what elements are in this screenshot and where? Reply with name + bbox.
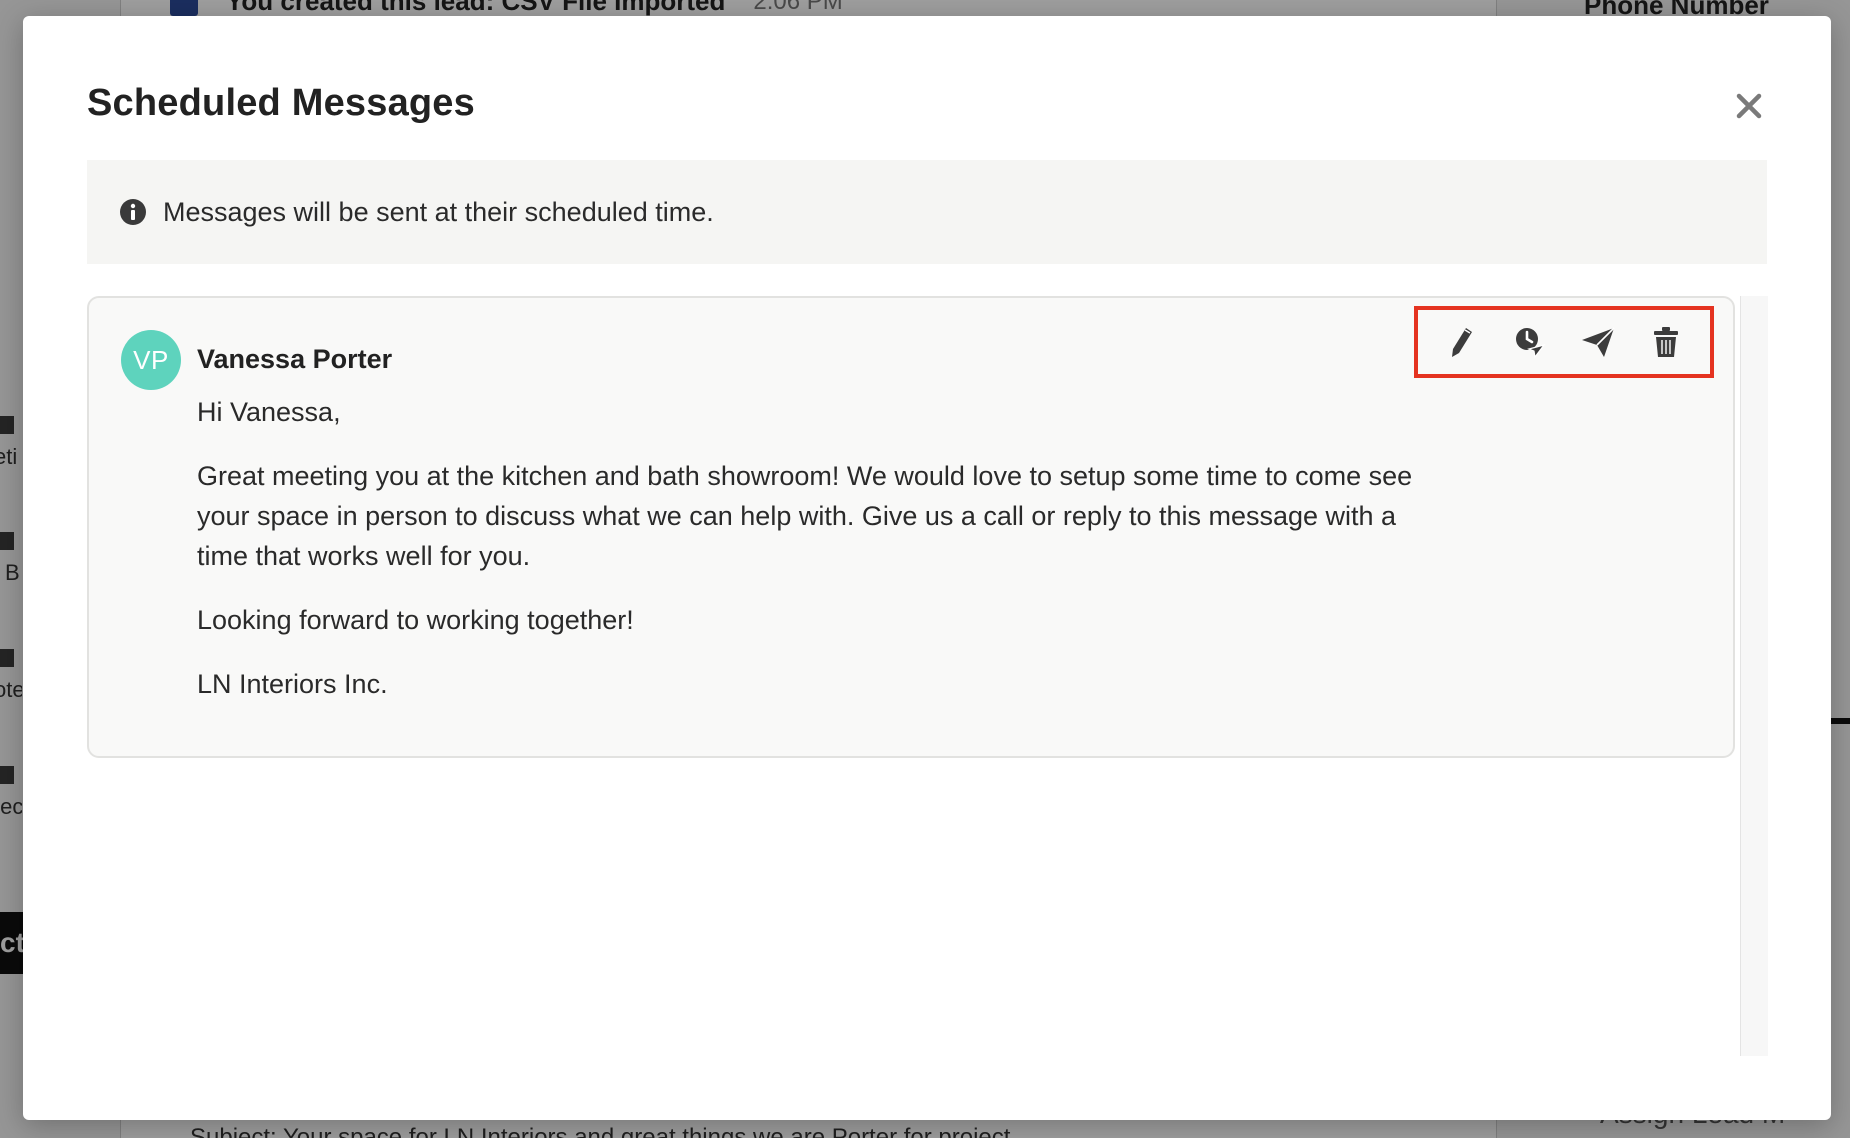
info-circle-icon	[119, 198, 147, 226]
message-body: Hi Vanessa, Great meeting you at the kit…	[197, 392, 1417, 728]
close-icon	[1736, 93, 1762, 119]
reschedule-button[interactable]	[1508, 320, 1552, 364]
scrollbar[interactable]	[1740, 296, 1768, 1056]
message-greeting: Hi Vanessa,	[197, 397, 341, 427]
modal-title: Scheduled Messages	[87, 82, 475, 124]
pencil-icon	[1452, 328, 1472, 357]
info-banner: Messages will be sent at their scheduled…	[87, 160, 1767, 264]
trash-icon	[1654, 327, 1678, 357]
paper-plane-icon	[1582, 327, 1615, 357]
avatar: VP	[121, 330, 181, 390]
scheduled-messages-list: VP Vanessa Porter Hi Vanessa, Great meet…	[87, 296, 1768, 1056]
info-banner-text: Messages will be sent at their scheduled…	[163, 196, 714, 227]
scheduled-messages-modal: Scheduled Messages Messages will be sent…	[23, 16, 1831, 1120]
sender-name: Vanessa Porter	[197, 344, 393, 374]
send-now-button[interactable]	[1576, 320, 1620, 364]
delete-button[interactable]	[1644, 320, 1688, 364]
clock-reschedule-icon	[1516, 328, 1546, 359]
edit-button[interactable]	[1440, 320, 1484, 364]
message-paragraph: Great meeting you at the kitchen and bat…	[197, 461, 1413, 571]
close-button[interactable]	[1729, 86, 1769, 126]
scheduled-message-card: VP Vanessa Porter Hi Vanessa, Great meet…	[87, 296, 1735, 758]
message-signature: LN Interiors Inc.	[197, 669, 388, 699]
message-actions	[1414, 306, 1714, 378]
message-closing: Looking forward to working together!	[197, 605, 634, 635]
